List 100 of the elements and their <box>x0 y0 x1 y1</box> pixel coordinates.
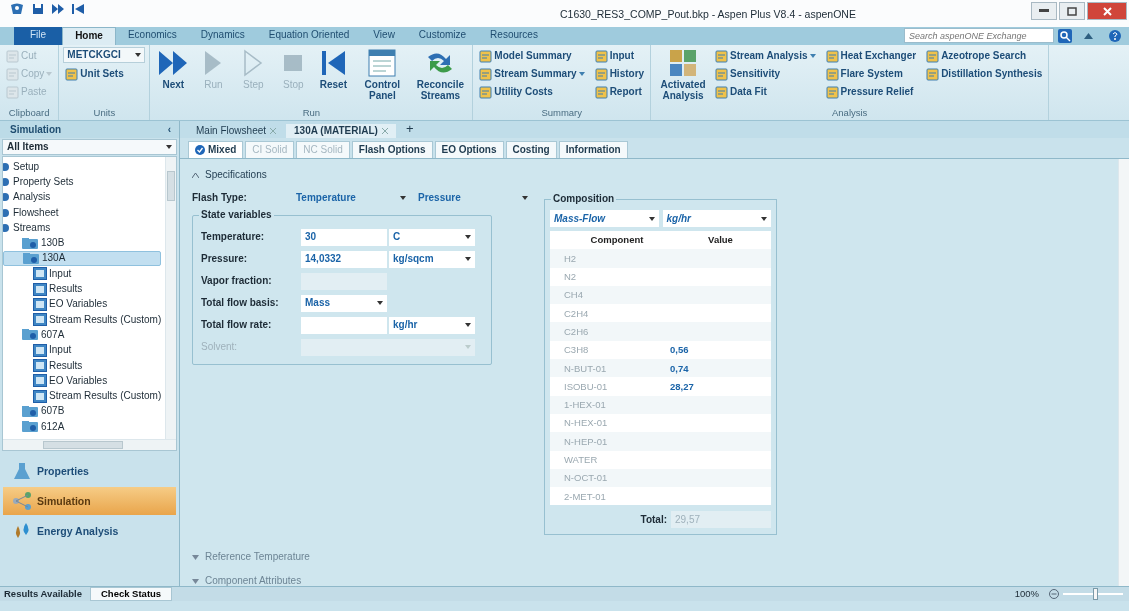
help-icon[interactable] <box>1109 30 1121 42</box>
ribbon-tab[interactable]: Dynamics <box>188 27 257 45</box>
ribbon-button[interactable]: Azeotrope Search <box>924 47 1045 65</box>
tree-item[interactable]: 607A <box>3 327 161 343</box>
tree-item[interactable]: Results <box>3 281 161 297</box>
value-field[interactable]: 14,0332 <box>301 250 387 268</box>
ribbon-tab[interactable]: Home <box>62 27 116 45</box>
unit-dropdown[interactable]: C <box>389 228 475 246</box>
form-tab[interactable]: Costing <box>505 141 557 158</box>
ribbon-button[interactable]: Pressure Relief <box>823 83 919 101</box>
scrollbar[interactable] <box>3 439 176 450</box>
scrollbar[interactable] <box>1118 159 1129 586</box>
ribbon-tab[interactable]: View <box>361 27 407 45</box>
ribbon-button[interactable]: Activated Analysis <box>655 47 712 107</box>
skip-back-icon[interactable] <box>72 4 84 14</box>
ribbon-button[interactable]: Unit Sets <box>63 65 146 83</box>
ribbon-tab[interactable]: Equation Oriented <box>256 27 362 45</box>
tree-item[interactable]: 130B <box>3 235 161 251</box>
collapse-button[interactable]: ‹ <box>167 123 171 136</box>
ribbon-button[interactable]: Model Summary <box>477 47 587 65</box>
tree-item[interactable]: Results <box>3 357 161 374</box>
ribbon-button[interactable]: History <box>592 65 647 83</box>
tree-item[interactable]: Property Sets <box>3 174 161 190</box>
flash-type-dropdown[interactable]: Temperature <box>292 189 410 207</box>
search-field[interactable]: Search aspenONE Exchange <box>904 28 1054 43</box>
add-tab-button[interactable]: + <box>397 121 422 138</box>
zoom-slider[interactable] <box>1063 588 1123 600</box>
ribbon-button[interactable]: Distillation Synthesis <box>924 65 1045 83</box>
ribbon-tab[interactable]: Resources <box>478 27 550 45</box>
unit-dropdown[interactable]: kg/hr <box>389 316 475 334</box>
tree-item[interactable]: EO Variables <box>3 373 161 389</box>
flash-type-dropdown[interactable]: Pressure <box>414 189 532 207</box>
ribbon-button[interactable]: Sensitivity <box>713 65 818 83</box>
ribbon-button[interactable]: Reconcile Streams <box>412 47 469 107</box>
fast-forward-icon[interactable] <box>52 4 64 14</box>
tree-item[interactable]: Analysis <box>3 189 161 205</box>
tree-item[interactable]: 130A <box>3 250 161 267</box>
ribbon-button[interactable]: Reset <box>314 47 353 107</box>
ribbon-tab[interactable]: Customize <box>406 27 479 45</box>
tree-item[interactable]: Stream Results (Custom) <box>3 388 161 404</box>
tree-item[interactable]: Input <box>3 266 161 282</box>
group-label: Units <box>92 107 117 120</box>
ribbon-button[interactable]: Flare System <box>823 65 919 83</box>
minimize-button[interactable] <box>1031 2 1057 20</box>
basis-dropdown[interactable]: Mass-Flow <box>550 210 659 227</box>
form-tab[interactable]: Information <box>558 141 628 158</box>
ribbon-button[interactable]: Report <box>592 83 647 101</box>
tree-item[interactable]: Flowsheet <box>3 204 161 221</box>
maximize-button[interactable] <box>1059 2 1085 20</box>
nav-button[interactable]: Energy Analysis <box>3 517 176 545</box>
close-icon[interactable] <box>381 128 388 134</box>
ribbon-button[interactable]: Utility Costs <box>477 83 587 101</box>
table-cell[interactable]: 28,27 <box>670 380 771 393</box>
ribbon-button[interactable]: Heat Exchanger <box>823 47 919 65</box>
document-tab[interactable]: Main Flowsheet <box>188 124 285 138</box>
save-icon[interactable] <box>32 3 44 15</box>
unit-dropdown[interactable]: kg/sqcm <box>389 250 475 268</box>
value-field[interactable] <box>301 316 387 334</box>
document-tab[interactable]: 130A (MATERIAL) <box>286 124 396 138</box>
collapse-icon[interactable] <box>1084 33 1093 39</box>
nav-button[interactable]: Properties <box>3 457 176 485</box>
table-cell[interactable]: 0,74 <box>670 362 771 374</box>
nav-button[interactable]: Simulation <box>3 487 176 515</box>
caret-icon <box>377 301 383 305</box>
ribbon-button[interactable]: Stream Analysis <box>713 47 818 65</box>
basis-dropdown[interactable]: Mass <box>301 294 387 312</box>
tree-item[interactable]: Setup <box>3 159 161 175</box>
unit-dropdown[interactable]: kg/hr <box>662 210 771 227</box>
ribbon-button[interactable]: Stream Summary <box>477 65 587 83</box>
form-tab[interactable]: Flash Options <box>351 141 433 158</box>
document-icon <box>715 85 729 99</box>
ribbon-button[interactable]: Next <box>154 47 193 107</box>
ribbon-button[interactable]: Data Fit <box>713 83 818 101</box>
search-icon[interactable] <box>1058 29 1072 43</box>
ribbon-tab[interactable]: Economics <box>115 27 189 45</box>
scrollbar[interactable] <box>165 157 176 439</box>
filter-dropdown[interactable]: All Items <box>2 139 177 155</box>
tree-item[interactable]: 607B <box>3 403 161 420</box>
close-button[interactable] <box>1087 2 1127 20</box>
ribbon-tab[interactable]: File <box>14 27 63 45</box>
table-cell-text: C2H6 <box>563 325 590 338</box>
value-field[interactable]: 30 <box>301 228 387 246</box>
zoom-out-icon[interactable] <box>1049 589 1059 599</box>
units-dropdown[interactable]: METCKGCI <box>63 47 146 63</box>
ribbon-button[interactable]: Input <box>592 47 647 65</box>
section-expander[interactable]: Specifications <box>192 163 267 187</box>
table-cell-text: C3H8 <box>563 344 590 356</box>
tree-item[interactable]: Stream Results (Custom) <box>3 311 161 328</box>
form-tab[interactable]: EO Options <box>434 141 504 158</box>
tree-item[interactable]: Input <box>3 342 161 358</box>
form-tab[interactable]: Mixed <box>188 141 244 158</box>
check-status-button[interactable]: Check Status <box>89 587 173 601</box>
caret-icon <box>761 216 767 221</box>
app-icon[interactable] <box>10 3 24 15</box>
document-icon <box>479 49 493 63</box>
tree-item[interactable]: 612A <box>3 419 161 435</box>
tree-item[interactable]: EO Variables <box>3 296 161 312</box>
tree-item[interactable]: Streams <box>3 220 161 236</box>
ribbon-button[interactable]: Control Panel <box>354 47 411 107</box>
table-cell[interactable]: 0,56 <box>670 344 771 356</box>
